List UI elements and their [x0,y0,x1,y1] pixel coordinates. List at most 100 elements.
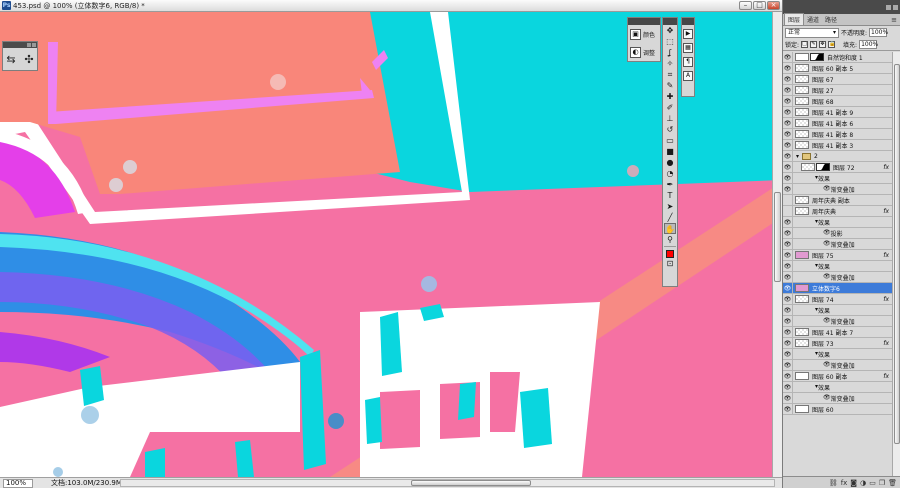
layer-row[interactable]: 👁 图层 75 fx [783,249,892,261]
layer-list[interactable]: 👁 自然饱和度 1 👁 图层 60 副本 5 👁 图层 67 👁 图层 27 👁 图层 68 👁 图层… [783,52,892,476]
eraser-tool-icon[interactable]: ▭ [664,135,676,146]
zoom-tool-icon[interactable]: ⚲ [664,234,676,245]
document-titlebar[interactable]: Ps 453.psd @ 100% (立体数字6, RGB/8) * – □ × [0,0,782,12]
actions-icon[interactable]: ▦ [683,43,693,53]
layer-effect-row[interactable]: 👁 👁 渐变叠加 [783,183,892,195]
layer-row[interactable]: 👁 图层 73 fx [783,337,892,349]
eye-icon[interactable]: 👁 [783,216,793,228]
eye-icon[interactable]: 👁 [783,238,793,250]
eye-icon[interactable]: 👁 [783,293,793,305]
puppet-warp-icon[interactable]: ✣ [22,52,36,67]
eye-icon[interactable]: 👁 [783,227,793,239]
document-info[interactable]: 文档:103.0M/230.9M [51,478,122,488]
eye-icon[interactable]: 👁 [783,348,793,360]
path-select-tool-icon[interactable]: ➤ [664,201,676,212]
eye-icon[interactable]: 👁 [783,194,793,206]
blend-mode-select[interactable]: 正常 [785,27,839,38]
character-icon[interactable]: A [683,71,693,81]
trash-icon[interactable]: 🗑 [888,479,897,487]
vertical-scroll-thumb[interactable] [774,192,781,282]
layer-effect-row[interactable]: 👁 ▾ 效果 [783,260,892,272]
layer-effect-row[interactable]: 👁 👁 投影 [783,227,892,239]
maximize-button[interactable]: □ [753,1,766,10]
layer-effect-row[interactable]: 👁 👁 渐变叠加 [783,271,892,283]
eye-icon[interactable]: 👁 [783,337,793,349]
layer-effect-row[interactable]: 👁 ▾ 效果 [783,348,892,360]
mini-panel-header[interactable] [3,42,37,48]
eye-icon[interactable]: 👁 [783,282,793,294]
effect-eye-icon[interactable]: 👁 [823,229,831,238]
eye-icon[interactable]: 👁 [783,139,793,151]
eye-icon[interactable]: 👁 [783,172,793,184]
lock-position-icon[interactable]: ✥ [819,41,827,48]
layer-row[interactable]: 👁 自然饱和度 1 [783,52,892,63]
eye-icon[interactable]: 👁 [783,117,793,129]
eye-icon[interactable]: 👁 [783,128,793,140]
effect-eye-icon[interactable]: 👁 [823,317,831,326]
panel-menu-icon[interactable]: ≡ [891,16,897,24]
fill-field[interactable]: 100% [859,40,878,49]
healing-tool-icon[interactable]: ✚ [664,91,676,102]
move-tool-icon[interactable]: ✥ [664,25,676,36]
layer-effect-row[interactable]: 👁 👁 渐变叠加 [783,392,892,404]
sliders-icon[interactable]: ⇆ [4,52,18,67]
eye-icon[interactable]: 👁 [783,161,793,173]
layer-row[interactable]: 👁 图层 72 fx [783,161,892,173]
horizontal-scroll-thumb[interactable] [411,480,531,486]
layers-scroll-thumb[interactable] [894,64,900,444]
layer-effect-row[interactable]: 👁 ▾ 效果 [783,172,892,184]
effect-eye-icon[interactable]: 👁 [823,240,831,249]
layer-mask-thumbnail[interactable] [810,53,824,61]
eye-icon[interactable]: 👁 [783,106,793,118]
layer-fx-badge[interactable]: fx [883,162,889,173]
eye-icon[interactable]: 👁 [783,304,793,316]
eye-icon[interactable]: 👁 [783,271,793,283]
link-icon[interactable]: ⛓ [829,479,838,487]
crop-tool-icon[interactable]: ⌗ [664,69,676,80]
layers-scrollbar[interactable] [892,52,900,476]
marquee-tool-icon[interactable]: ⬚ [664,36,676,47]
history-icon[interactable]: ▶ [683,29,693,39]
eyedropper-tool-icon[interactable]: ✎ [664,80,676,91]
eye-icon[interactable]: 👁 [783,315,793,327]
eye-icon[interactable]: 👁 [783,326,793,338]
gradient-tool-icon[interactable]: ■ [664,146,676,157]
brush-tool-icon[interactable]: ✐ [664,102,676,113]
folder-icon[interactable]: ▭ [869,479,876,487]
layer-fx-badge[interactable]: fx [883,206,889,217]
layer-row[interactable]: 👁 立体数字6 [783,282,892,294]
layer-fx-badge[interactable]: fx [883,371,889,382]
eye-icon[interactable]: 👁 [783,62,793,74]
tab-layers[interactable]: 图层 [784,13,805,25]
eye-icon[interactable]: 👁 [783,370,793,382]
layer-row[interactable]: 👁 图层 68 [783,95,892,107]
minimize-button[interactable]: – [739,1,752,10]
eye-icon[interactable]: 👁 [783,249,793,261]
stamp-tool-icon[interactable]: ⊥ [664,113,676,124]
eye-icon[interactable]: 👁 [783,359,793,371]
layer-fx-badge[interactable]: fx [883,338,889,349]
eye-icon[interactable]: 👁 [783,52,793,63]
layer-row[interactable]: 👁 图层 41 副本 9 [783,106,892,118]
pen-tool-icon[interactable]: ✒ [664,179,676,190]
layer-effect-row[interactable]: 👁 👁 渐变叠加 [783,238,892,250]
layer-row[interactable]: 👁 图层 41 副本 3 [783,139,892,151]
zoom-level-field[interactable]: 100% [3,478,33,488]
adjustments-panel-header[interactable] [628,18,660,25]
adjust-panel-button[interactable]: ◐ 调整 [628,43,660,61]
lock-transparency-icon[interactable]: □ [801,41,809,48]
tools-panel-header[interactable] [663,18,677,25]
lock-image-icon[interactable]: ✎ [810,41,818,48]
eye-icon[interactable]: 👁 [783,183,793,195]
eye-icon[interactable]: 👁 [783,403,793,415]
history-brush-tool-icon[interactable]: ↺ [664,124,676,135]
hand-tool-icon[interactable]: ✋ [664,223,676,234]
tab-channels[interactable]: 通道 [804,14,822,25]
layer-fx-badge[interactable]: fx [883,294,889,305]
layer-fx-badge[interactable]: fx [883,250,889,261]
foreground-color-swatch[interactable] [666,250,674,258]
close-button[interactable]: × [767,1,780,10]
layer-effect-row[interactable]: 👁 👁 渐变叠加 [783,359,892,371]
layer-mask-thumbnail[interactable] [816,163,830,171]
type-tool-icon[interactable]: T [664,190,676,201]
